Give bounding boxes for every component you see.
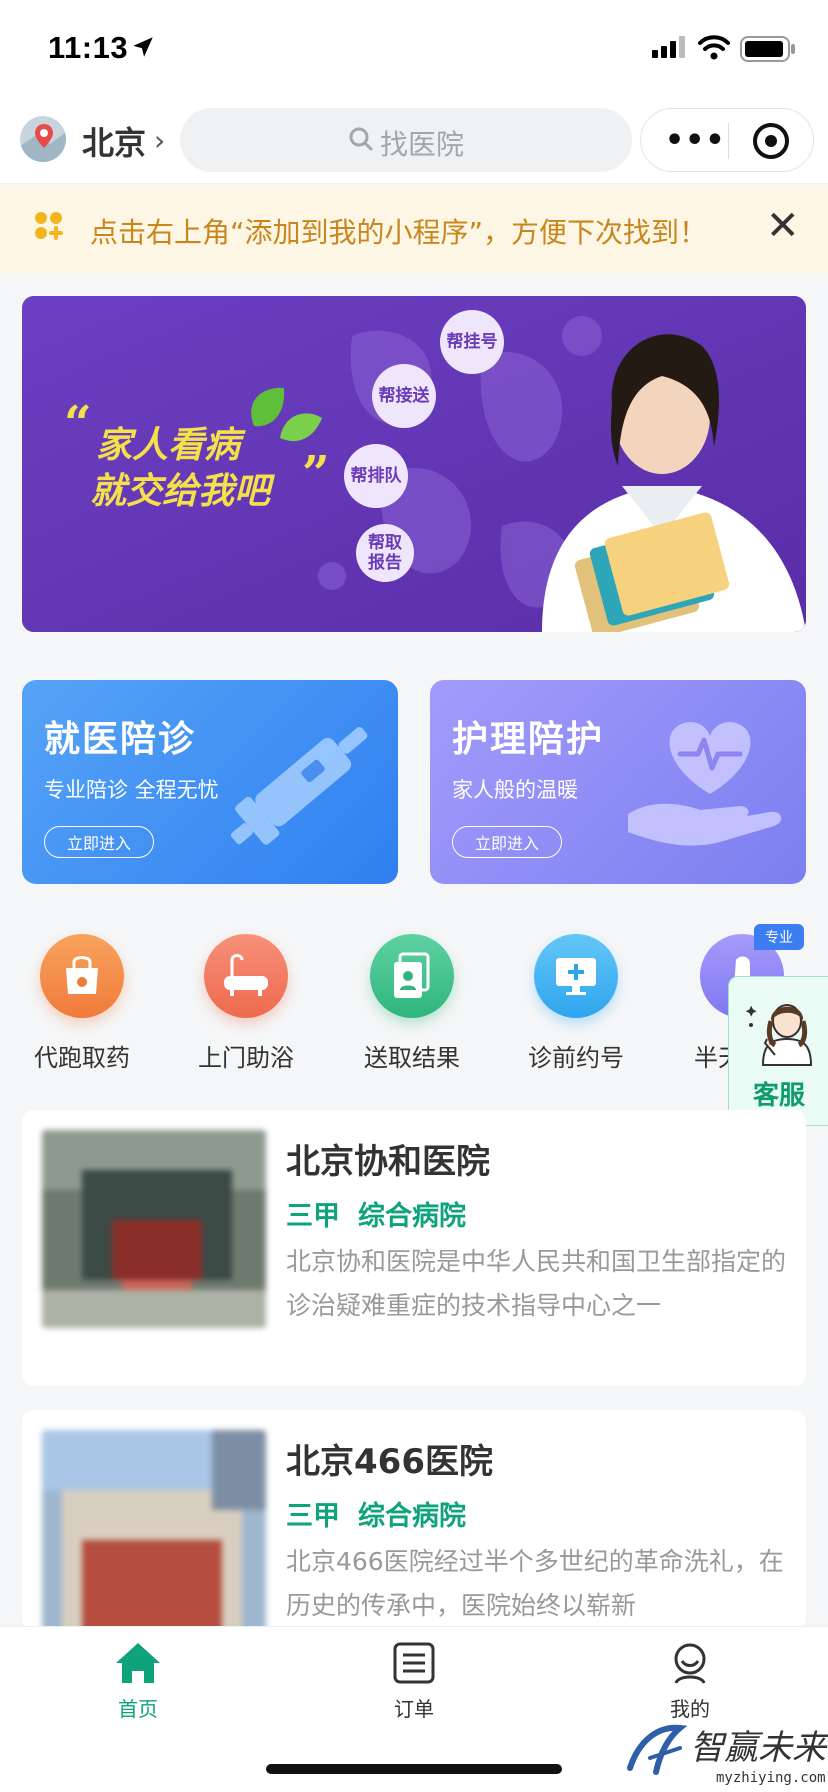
tab-orders[interactable]: 订单	[354, 1641, 474, 1722]
grid-item-bath[interactable]: 上门助浴	[164, 934, 314, 1074]
quote-open-mark: “	[64, 396, 92, 452]
hospital-card[interactable]: 北京协和医院 三甲 综合病院 北京协和医院是中华人民共和国卫生部指定的诊治疑难重症…	[22, 1110, 806, 1386]
bubble-paidui: 帮排队	[344, 444, 408, 508]
service-card-escort[interactable]: 就医陪诊 专业陪诊 全程无忧 立即进入	[22, 680, 398, 884]
tab-home[interactable]: 首页	[78, 1641, 198, 1722]
grid-label: 代跑取药	[34, 1044, 130, 1072]
hospital-type-tag: 综合病院	[358, 1501, 466, 1532]
map-pin-icon[interactable]	[20, 116, 66, 162]
hospital-photo	[42, 1130, 266, 1328]
bathtub-icon	[204, 934, 288, 1018]
hospital-description: 北京协和医院是中华人民共和国卫生部指定的诊治疑难重症的技术指导中心之一	[286, 1247, 787, 1320]
bubble-guahao: 帮挂号	[440, 310, 504, 374]
banner-headline-line1: 家人看病	[96, 425, 241, 466]
home-icon	[116, 1643, 160, 1683]
customer-service-label: 客服	[752, 1081, 805, 1111]
hospital-tags: 三甲 综合病院	[286, 1194, 484, 1233]
hospital-type-tag: 综合病院	[358, 1201, 466, 1232]
service-subtitle: 专业陪诊 全程无忧	[44, 778, 219, 802]
hospital-name: 北京协和医院	[286, 1142, 490, 1182]
hospital-tags: 三甲 综合病院	[286, 1494, 484, 1533]
enter-button[interactable]: 立即进入	[44, 826, 154, 858]
enter-button[interactable]: 立即进入	[452, 826, 562, 858]
search-input[interactable]: 找医院	[180, 108, 632, 172]
hospital-card[interactable]: 北京466医院 三甲 综合病院 北京466医院经过半个多世纪的革命洗礼，在历史的传…	[22, 1410, 806, 1630]
grid-item-medicine[interactable]: 代跑取药	[0, 934, 150, 1074]
tab-label: 订单	[394, 1697, 434, 1721]
user-icon	[674, 1643, 706, 1684]
hospital-description: 北京466医院经过半个多世纪的革命洗礼，在历史的传承中，医院始终以崭新	[286, 1547, 784, 1620]
watermark-brand: 智赢未来	[690, 1728, 826, 1768]
top-nav: 北京 › 找医院 •••	[0, 94, 828, 184]
chevron-right-icon[interactable]: ›	[154, 124, 165, 157]
home-indicator	[266, 1764, 562, 1774]
add-miniprogram-notice: 点击右上角“添加到我的小程序”，方便下次找到！ ✕	[0, 185, 828, 273]
grid-item-report[interactable]: 送取结果	[330, 934, 480, 1074]
pro-badge: 专业	[754, 924, 804, 950]
search-placeholder: 找医院	[380, 128, 465, 161]
monitor-cross-icon	[534, 934, 618, 1018]
order-list-icon	[393, 1642, 435, 1684]
cellular-signal-icon	[652, 36, 685, 58]
service-title: 就医陪诊	[44, 719, 197, 760]
close-icon[interactable]: ✕	[766, 203, 800, 249]
grid-item-appointment[interactable]: 诊前约号	[494, 934, 644, 1074]
status-time: 11:13	[48, 30, 129, 65]
battery-icon	[740, 36, 795, 62]
quote-close-mark: ”	[302, 446, 330, 502]
more-icon[interactable]: •••	[665, 123, 726, 158]
hospital-name: 北京466医院	[286, 1442, 493, 1482]
heart-hand-icon	[628, 722, 782, 846]
promo-banner[interactable]: “ 家人看病 就交给我吧 ” 帮挂号 帮接送 帮排队 帮取报告	[22, 296, 806, 632]
agent-avatar-icon	[745, 1004, 813, 1066]
hospital-photo	[42, 1430, 266, 1630]
miniprogram-capsule: •••	[640, 108, 814, 172]
hospital-level-tag: 三甲	[286, 1501, 340, 1532]
capsule-divider	[728, 123, 729, 159]
notice-text: 点击右上角“添加到我的小程序”，方便下次找到！	[90, 216, 708, 249]
grid-label: 送取结果	[364, 1044, 460, 1072]
close-miniprogram-icon[interactable]	[753, 123, 789, 159]
banner-headline-line2: 就交给我吧	[90, 471, 271, 512]
syringe-icon	[230, 727, 368, 845]
bubble-baogao: 帮取报告	[356, 524, 414, 582]
service-title: 护理陪护	[452, 719, 605, 760]
status-bar: 11:13	[0, 0, 828, 94]
hospital-level-tag: 三甲	[286, 1201, 340, 1232]
tab-label: 首页	[118, 1697, 158, 1721]
city-selector[interactable]: 北京	[82, 118, 146, 164]
bubble-jiesong: 帮接送	[372, 364, 436, 428]
grid-label: 诊前约号	[528, 1044, 624, 1072]
report-doc-icon	[370, 934, 454, 1018]
wifi-icon	[698, 35, 730, 60]
grid-label: 上门助浴	[198, 1044, 294, 1072]
tab-profile[interactable]: 我的	[630, 1641, 750, 1722]
service-subtitle: 家人般的温暖	[452, 778, 578, 802]
location-arrow-icon	[133, 37, 153, 57]
medicine-bag-icon	[40, 934, 124, 1018]
watermark-url: myzhiying.com	[716, 1770, 826, 1786]
customer-service-button[interactable]: 客服	[728, 976, 828, 1126]
search-icon	[349, 127, 373, 151]
service-card-nursing[interactable]: 护理陪护 家人般的温暖 立即进入	[430, 680, 806, 884]
miniprogram-icon	[35, 212, 63, 240]
